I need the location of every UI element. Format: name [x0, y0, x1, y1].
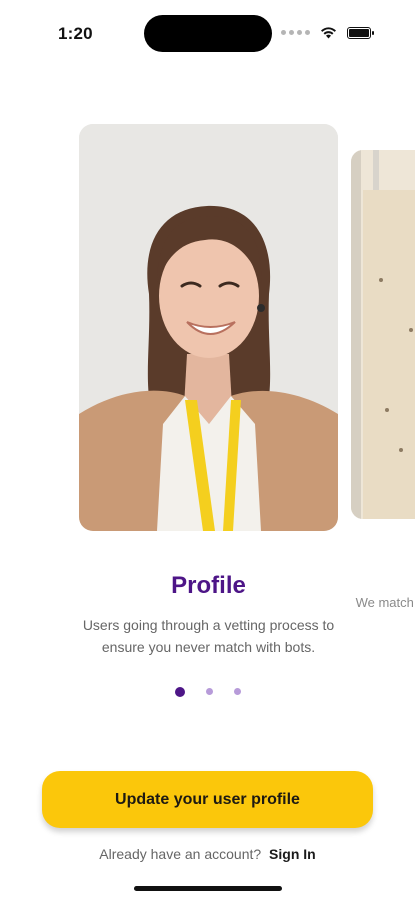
sign-in-link[interactable]: Sign In: [269, 846, 316, 862]
pagination-dot[interactable]: [205, 688, 213, 695]
woman-portrait-illustration: [79, 124, 338, 531]
slide-image-next: [351, 150, 415, 519]
slide-description: Users going through a vetting process to…: [82, 617, 335, 655]
slide-title: Profile: [171, 572, 246, 599]
pagination-dots: [0, 686, 415, 697]
signin-prompt-text: Already have an account?: [99, 846, 262, 862]
slide-image-profile: [79, 124, 338, 531]
update-profile-button[interactable]: Update your user profile: [42, 771, 373, 828]
home-indicator[interactable]: [134, 886, 282, 891]
pagination-dot-active[interactable]: [174, 686, 185, 697]
signin-prompt-row: Already have an account? Sign In: [0, 846, 415, 862]
next-slide-description: We match large an: [355, 595, 415, 610]
wood-panel-illustration: [351, 150, 415, 519]
onboarding-carousel[interactable]: Profile Users going through a vetting pr…: [0, 0, 415, 720]
pagination-dot[interactable]: [233, 688, 241, 695]
